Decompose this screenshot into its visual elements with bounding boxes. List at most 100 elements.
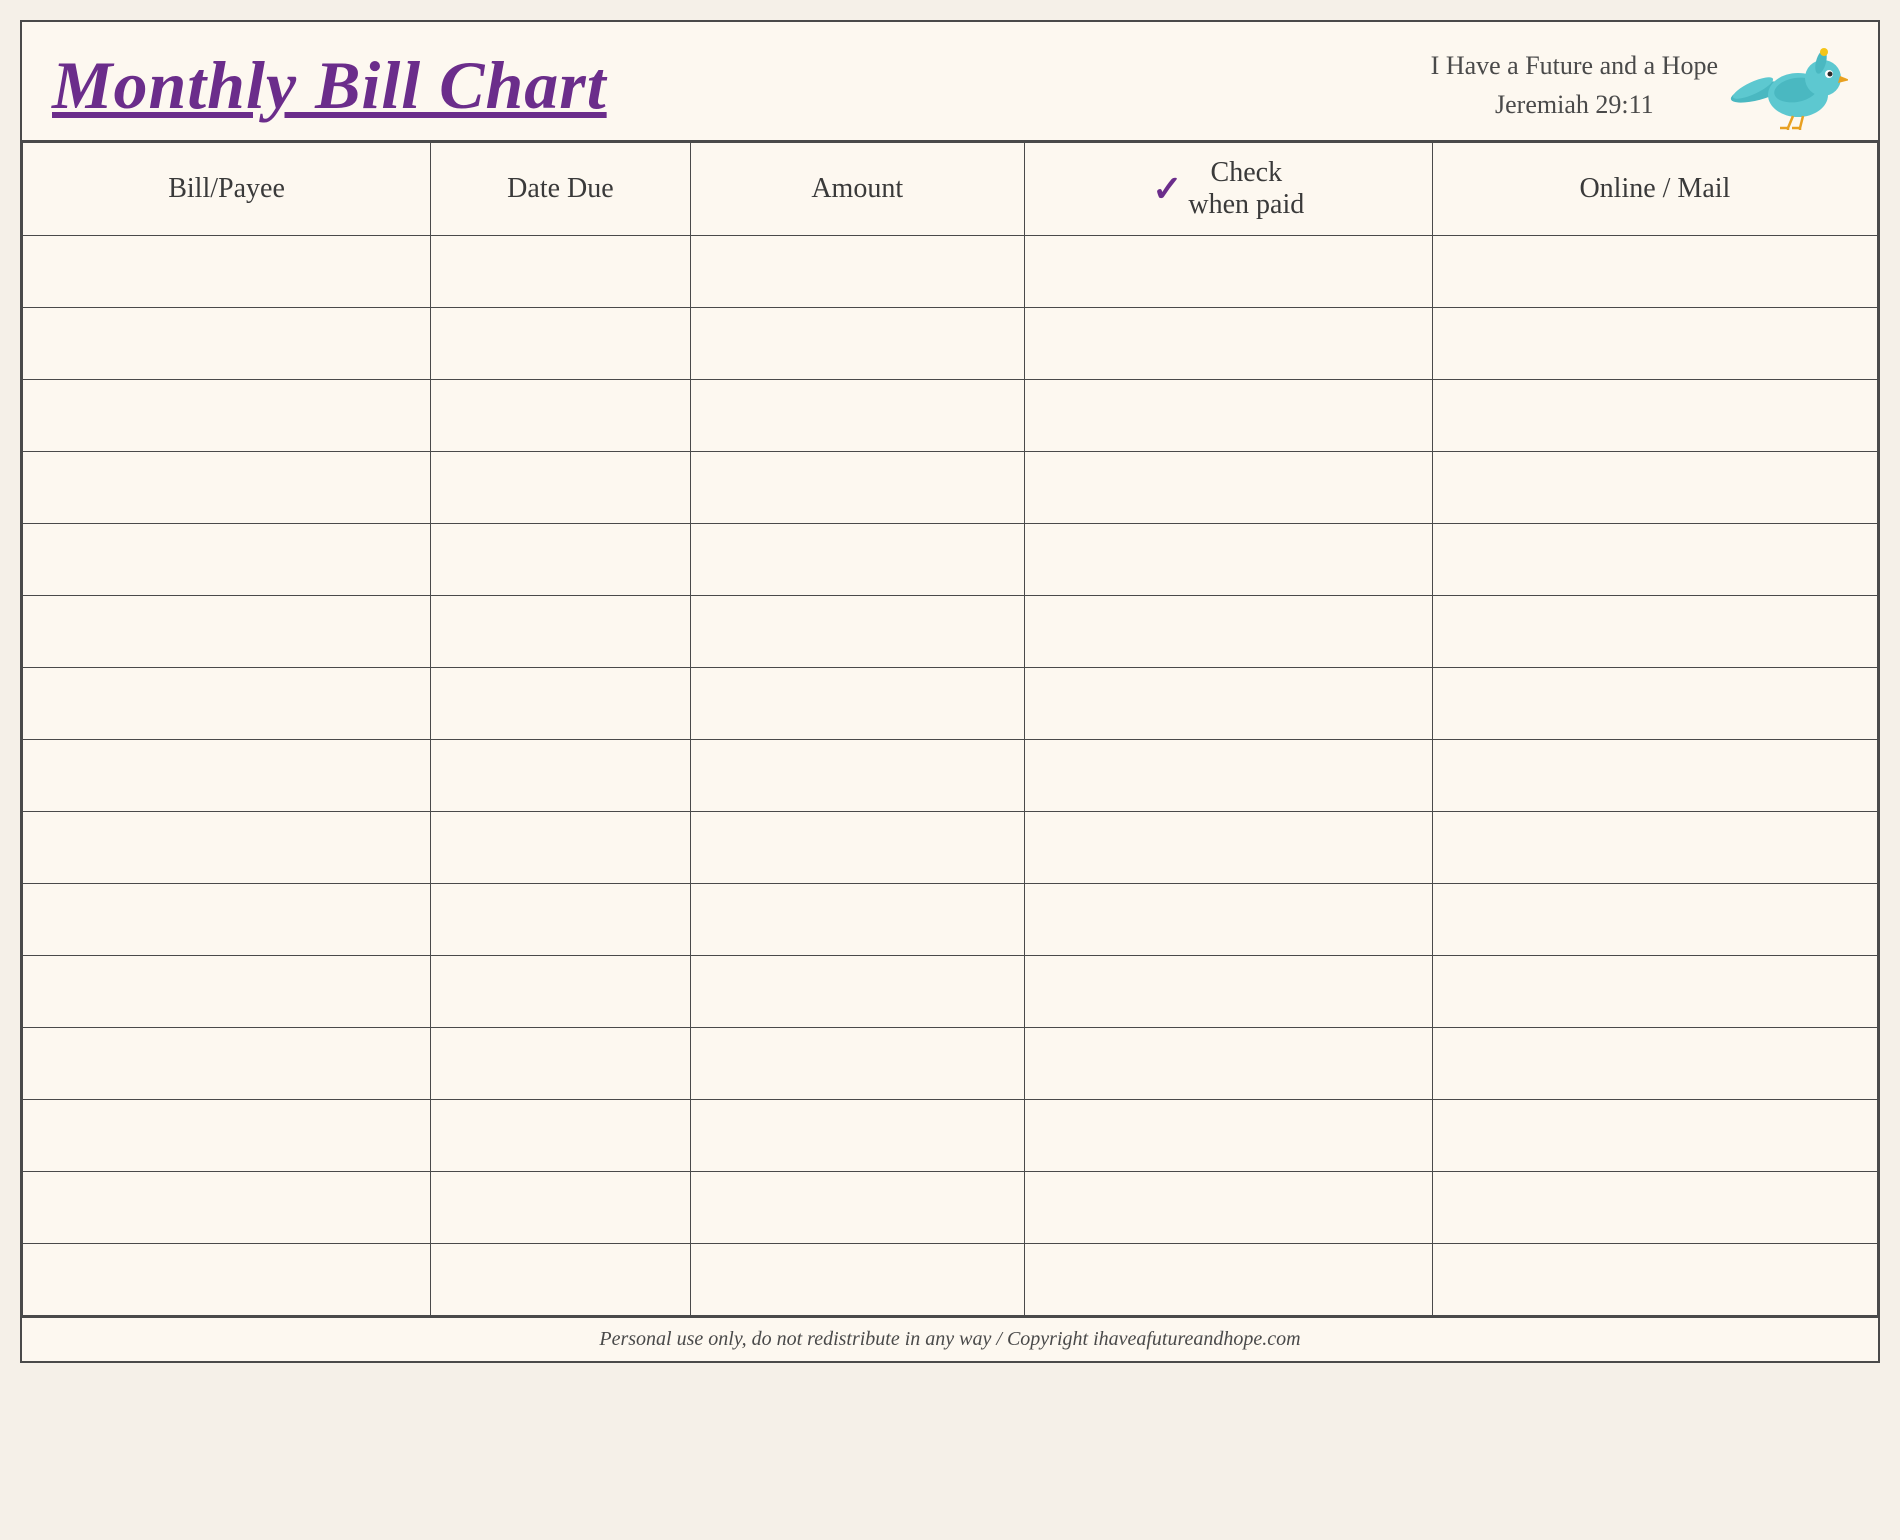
cell-row9-col4[interactable] [1432, 884, 1877, 956]
cell-row12-col4[interactable] [1432, 1100, 1877, 1172]
cell-row13-col3[interactable] [1024, 1172, 1432, 1244]
header: Monthly Bill Chart I Have a Future and a… [22, 22, 1878, 142]
checkmark-icon: ✓ [1152, 171, 1182, 207]
cell-row6-col0[interactable] [23, 668, 431, 740]
cell-row0-col2[interactable] [690, 236, 1024, 308]
cell-row8-col1[interactable] [431, 812, 691, 884]
cell-row9-col2[interactable] [690, 884, 1024, 956]
cell-row0-col3[interactable] [1024, 236, 1432, 308]
cell-row7-col4[interactable] [1432, 740, 1877, 812]
cell-row1-col1[interactable] [431, 308, 691, 380]
table-row [23, 308, 1878, 380]
cell-row2-col4[interactable] [1432, 380, 1877, 452]
cell-row10-col3[interactable] [1024, 956, 1432, 1028]
table-row [23, 1028, 1878, 1100]
table-row [23, 524, 1878, 596]
cell-row2-col3[interactable] [1024, 380, 1432, 452]
col-header-bill-payee: Bill/Payee [23, 143, 431, 236]
cell-row13-col2[interactable] [690, 1172, 1024, 1244]
cell-row8-col2[interactable] [690, 812, 1024, 884]
cell-row12-col3[interactable] [1024, 1100, 1432, 1172]
cell-row14-col3[interactable] [1024, 1244, 1432, 1316]
footer-text: Personal use only, do not redistribute i… [599, 1328, 1300, 1350]
cell-row1-col0[interactable] [23, 308, 431, 380]
cell-row14-col0[interactable] [23, 1244, 431, 1316]
cell-row8-col4[interactable] [1432, 812, 1877, 884]
table-row [23, 452, 1878, 524]
page-container: Monthly Bill Chart I Have a Future and a… [20, 20, 1880, 1363]
cell-row5-col4[interactable] [1432, 596, 1877, 668]
cell-row1-col3[interactable] [1024, 308, 1432, 380]
cell-row10-col0[interactable] [23, 956, 431, 1028]
table-row [23, 1172, 1878, 1244]
cell-row7-col2[interactable] [690, 740, 1024, 812]
cell-row11-col3[interactable] [1024, 1028, 1432, 1100]
cell-row2-col1[interactable] [431, 380, 691, 452]
cell-row6-col2[interactable] [690, 668, 1024, 740]
cell-row3-col3[interactable] [1024, 452, 1432, 524]
cell-row9-col0[interactable] [23, 884, 431, 956]
table-row [23, 380, 1878, 452]
subtitle-line1: I Have a Future and a Hope [1431, 46, 1718, 85]
cell-row5-col2[interactable] [690, 596, 1024, 668]
cell-row12-col2[interactable] [690, 1100, 1024, 1172]
cell-row14-col2[interactable] [690, 1244, 1024, 1316]
cell-row1-col4[interactable] [1432, 308, 1877, 380]
cell-row4-col2[interactable] [690, 524, 1024, 596]
cell-row6-col4[interactable] [1432, 668, 1877, 740]
cell-row11-col2[interactable] [690, 1028, 1024, 1100]
table-header-row: Bill/Payee Date Due Amount ✓ Checkwhen p… [23, 143, 1878, 236]
header-right: I Have a Future and a Hope Jeremiah 29:1… [1431, 40, 1848, 130]
cell-row3-col2[interactable] [690, 452, 1024, 524]
cell-row12-col1[interactable] [431, 1100, 691, 1172]
table-row [23, 956, 1878, 1028]
cell-row3-col1[interactable] [431, 452, 691, 524]
cell-row10-col4[interactable] [1432, 956, 1877, 1028]
cell-row0-col0[interactable] [23, 236, 431, 308]
cell-row9-col1[interactable] [431, 884, 691, 956]
cell-row12-col0[interactable] [23, 1100, 431, 1172]
col-header-date-due: Date Due [431, 143, 691, 236]
cell-row4-col3[interactable] [1024, 524, 1432, 596]
cell-row4-col0[interactable] [23, 524, 431, 596]
cell-row3-col4[interactable] [1432, 452, 1877, 524]
cell-row5-col1[interactable] [431, 596, 691, 668]
cell-row11-col4[interactable] [1432, 1028, 1877, 1100]
table-row [23, 668, 1878, 740]
cell-row7-col3[interactable] [1024, 740, 1432, 812]
cell-row6-col1[interactable] [431, 668, 691, 740]
cell-row1-col2[interactable] [690, 308, 1024, 380]
cell-row13-col4[interactable] [1432, 1172, 1877, 1244]
table-row [23, 1244, 1878, 1316]
cell-row7-col0[interactable] [23, 740, 431, 812]
cell-row4-col4[interactable] [1432, 524, 1877, 596]
cell-row7-col1[interactable] [431, 740, 691, 812]
cell-row0-col1[interactable] [431, 236, 691, 308]
table-row [23, 1100, 1878, 1172]
cell-row6-col3[interactable] [1024, 668, 1432, 740]
cell-row2-col2[interactable] [690, 380, 1024, 452]
cell-row4-col1[interactable] [431, 524, 691, 596]
cell-row9-col3[interactable] [1024, 884, 1432, 956]
cell-row8-col3[interactable] [1024, 812, 1432, 884]
cell-row3-col0[interactable] [23, 452, 431, 524]
col-header-online-mail: Online / Mail [1432, 143, 1877, 236]
cell-row2-col0[interactable] [23, 380, 431, 452]
cell-row11-col1[interactable] [431, 1028, 691, 1100]
cell-row13-col1[interactable] [431, 1172, 691, 1244]
cell-row5-col3[interactable] [1024, 596, 1432, 668]
bill-table: Bill/Payee Date Due Amount ✓ Checkwhen p… [22, 142, 1878, 1316]
cell-row5-col0[interactable] [23, 596, 431, 668]
footer: Personal use only, do not redistribute i… [22, 1316, 1878, 1361]
cell-row8-col0[interactable] [23, 812, 431, 884]
cell-row10-col2[interactable] [690, 956, 1024, 1028]
cell-row11-col0[interactable] [23, 1028, 431, 1100]
cell-row14-col1[interactable] [431, 1244, 691, 1316]
table-row [23, 740, 1878, 812]
cell-row14-col4[interactable] [1432, 1244, 1877, 1316]
cell-row13-col0[interactable] [23, 1172, 431, 1244]
cell-row10-col1[interactable] [431, 956, 691, 1028]
check-paid-label: Checkwhen paid [1188, 157, 1304, 221]
subtitle-area: I Have a Future and a Hope Jeremiah 29:1… [1431, 46, 1718, 124]
cell-row0-col4[interactable] [1432, 236, 1877, 308]
